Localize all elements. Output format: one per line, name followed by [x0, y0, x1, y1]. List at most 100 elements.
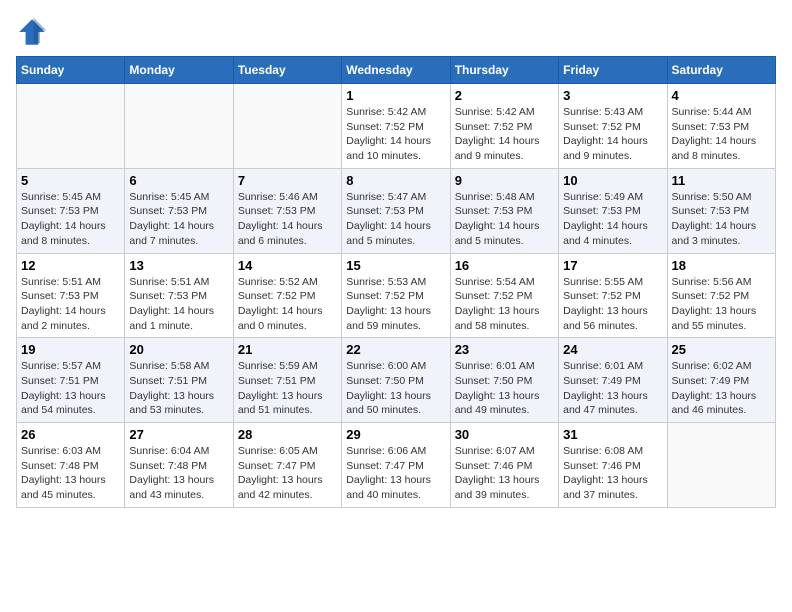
logo — [16, 16, 52, 48]
calendar-cell: 23 Sunrise: 6:01 AMSunset: 7:50 PMDayligh… — [450, 338, 558, 423]
calendar-cell — [17, 84, 125, 169]
weekday-header-tuesday: Tuesday — [233, 57, 341, 84]
calendar-cell: 26 Sunrise: 6:03 AMSunset: 7:48 PMDayligh… — [17, 423, 125, 508]
calendar-table: SundayMondayTuesdayWednesdayThursdayFrid… — [16, 56, 776, 508]
day-info: Sunrise: 6:06 AMSunset: 7:47 PMDaylight:… — [346, 444, 445, 503]
day-info: Sunrise: 5:58 AMSunset: 7:51 PMDaylight:… — [129, 359, 228, 418]
calendar-cell: 12 Sunrise: 5:51 AMSunset: 7:53 PMDayligh… — [17, 253, 125, 338]
day-number: 24 — [563, 342, 662, 357]
header — [16, 16, 776, 48]
calendar-cell: 6 Sunrise: 5:45 AMSunset: 7:53 PMDaylight… — [125, 168, 233, 253]
day-number: 13 — [129, 258, 228, 273]
week-row-1: 1 Sunrise: 5:42 AMSunset: 7:52 PMDaylight… — [17, 84, 776, 169]
weekday-header-saturday: Saturday — [667, 57, 775, 84]
day-info: Sunrise: 5:54 AMSunset: 7:52 PMDaylight:… — [455, 275, 554, 334]
day-number: 18 — [672, 258, 771, 273]
calendar-cell: 22 Sunrise: 6:00 AMSunset: 7:50 PMDayligh… — [342, 338, 450, 423]
day-number: 5 — [21, 173, 120, 188]
day-number: 2 — [455, 88, 554, 103]
day-info: Sunrise: 5:42 AMSunset: 7:52 PMDaylight:… — [346, 105, 445, 164]
week-row-5: 26 Sunrise: 6:03 AMSunset: 7:48 PMDayligh… — [17, 423, 776, 508]
day-info: Sunrise: 5:45 AMSunset: 7:53 PMDaylight:… — [21, 190, 120, 249]
day-info: Sunrise: 5:44 AMSunset: 7:53 PMDaylight:… — [672, 105, 771, 164]
day-info: Sunrise: 5:51 AMSunset: 7:53 PMDaylight:… — [21, 275, 120, 334]
day-info: Sunrise: 5:46 AMSunset: 7:53 PMDaylight:… — [238, 190, 337, 249]
day-info: Sunrise: 5:55 AMSunset: 7:52 PMDaylight:… — [563, 275, 662, 334]
calendar-cell: 28 Sunrise: 6:05 AMSunset: 7:47 PMDayligh… — [233, 423, 341, 508]
week-row-4: 19 Sunrise: 5:57 AMSunset: 7:51 PMDayligh… — [17, 338, 776, 423]
day-info: Sunrise: 6:00 AMSunset: 7:50 PMDaylight:… — [346, 359, 445, 418]
day-number: 23 — [455, 342, 554, 357]
day-info: Sunrise: 6:02 AMSunset: 7:49 PMDaylight:… — [672, 359, 771, 418]
calendar-cell: 30 Sunrise: 6:07 AMSunset: 7:46 PMDayligh… — [450, 423, 558, 508]
weekday-header-wednesday: Wednesday — [342, 57, 450, 84]
calendar-cell: 8Sunrise: 5:47 AMSunset: 7:53 PMDaylight… — [342, 168, 450, 253]
day-number: 1 — [346, 88, 445, 103]
logo-icon — [16, 16, 48, 48]
calendar-cell: 24Sunrise: 6:01 AMSunset: 7:49 PMDayligh… — [559, 338, 667, 423]
week-row-3: 12 Sunrise: 5:51 AMSunset: 7:53 PMDayligh… — [17, 253, 776, 338]
day-number: 11 — [672, 173, 771, 188]
calendar-cell: 11 Sunrise: 5:50 AMSunset: 7:53 PMDayligh… — [667, 168, 775, 253]
calendar-cell: 29 Sunrise: 6:06 AMSunset: 7:47 PMDayligh… — [342, 423, 450, 508]
day-info: Sunrise: 5:59 AMSunset: 7:51 PMDaylight:… — [238, 359, 337, 418]
calendar-cell: 14Sunrise: 5:52 AMSunset: 7:52 PMDayligh… — [233, 253, 341, 338]
day-info: Sunrise: 5:53 AMSunset: 7:52 PMDaylight:… — [346, 275, 445, 334]
calendar-cell: 20 Sunrise: 5:58 AMSunset: 7:51 PMDayligh… — [125, 338, 233, 423]
day-number: 12 — [21, 258, 120, 273]
day-number: 15 — [346, 258, 445, 273]
day-number: 20 — [129, 342, 228, 357]
day-number: 21 — [238, 342, 337, 357]
day-number: 28 — [238, 427, 337, 442]
weekday-header-friday: Friday — [559, 57, 667, 84]
day-info: Sunrise: 5:42 AMSunset: 7:52 PMDaylight:… — [455, 105, 554, 164]
calendar-cell: 2 Sunrise: 5:42 AMSunset: 7:52 PMDaylight… — [450, 84, 558, 169]
day-info: Sunrise: 6:04 AMSunset: 7:48 PMDaylight:… — [129, 444, 228, 503]
day-number: 29 — [346, 427, 445, 442]
calendar-cell: 9Sunrise: 5:48 AMSunset: 7:53 PMDaylight… — [450, 168, 558, 253]
calendar-cell: 18 Sunrise: 5:56 AMSunset: 7:52 PMDayligh… — [667, 253, 775, 338]
day-info: Sunrise: 6:01 AMSunset: 7:50 PMDaylight:… — [455, 359, 554, 418]
day-number: 31 — [563, 427, 662, 442]
day-number: 30 — [455, 427, 554, 442]
weekday-header-sunday: Sunday — [17, 57, 125, 84]
calendar-cell: 17 Sunrise: 5:55 AMSunset: 7:52 PMDayligh… — [559, 253, 667, 338]
calendar-cell: 3Sunrise: 5:43 AMSunset: 7:52 PMDaylight… — [559, 84, 667, 169]
day-number: 3 — [563, 88, 662, 103]
day-number: 6 — [129, 173, 228, 188]
day-number: 19 — [21, 342, 120, 357]
day-info: Sunrise: 6:07 AMSunset: 7:46 PMDaylight:… — [455, 444, 554, 503]
calendar-cell: 1 Sunrise: 5:42 AMSunset: 7:52 PMDaylight… — [342, 84, 450, 169]
day-info: Sunrise: 5:50 AMSunset: 7:53 PMDaylight:… — [672, 190, 771, 249]
day-info: Sunrise: 5:45 AMSunset: 7:53 PMDaylight:… — [129, 190, 228, 249]
calendar-cell — [667, 423, 775, 508]
day-info: Sunrise: 5:56 AMSunset: 7:52 PMDaylight:… — [672, 275, 771, 334]
day-number: 27 — [129, 427, 228, 442]
weekday-header-row: SundayMondayTuesdayWednesdayThursdayFrid… — [17, 57, 776, 84]
weekday-header-thursday: Thursday — [450, 57, 558, 84]
calendar-cell: 19 Sunrise: 5:57 AMSunset: 7:51 PMDayligh… — [17, 338, 125, 423]
calendar-cell: 5 Sunrise: 5:45 AMSunset: 7:53 PMDaylight… — [17, 168, 125, 253]
day-info: Sunrise: 6:05 AMSunset: 7:47 PMDaylight:… — [238, 444, 337, 503]
day-info: Sunrise: 5:47 AMSunset: 7:53 PMDaylight:… — [346, 190, 445, 249]
day-number: 7 — [238, 173, 337, 188]
day-number: 25 — [672, 342, 771, 357]
calendar-cell: 21 Sunrise: 5:59 AMSunset: 7:51 PMDayligh… — [233, 338, 341, 423]
calendar-cell — [125, 84, 233, 169]
day-number: 16 — [455, 258, 554, 273]
day-number: 26 — [21, 427, 120, 442]
calendar-cell: 16 Sunrise: 5:54 AMSunset: 7:52 PMDayligh… — [450, 253, 558, 338]
day-number: 22 — [346, 342, 445, 357]
calendar-cell: 25 Sunrise: 6:02 AMSunset: 7:49 PMDayligh… — [667, 338, 775, 423]
day-info: Sunrise: 5:52 AMSunset: 7:52 PMDaylight:… — [238, 275, 337, 334]
day-number: 17 — [563, 258, 662, 273]
day-number: 4 — [672, 88, 771, 103]
calendar-cell: 10Sunrise: 5:49 AMSunset: 7:53 PMDayligh… — [559, 168, 667, 253]
calendar-cell: 4 Sunrise: 5:44 AMSunset: 7:53 PMDaylight… — [667, 84, 775, 169]
day-info: Sunrise: 5:57 AMSunset: 7:51 PMDaylight:… — [21, 359, 120, 418]
day-number: 9 — [455, 173, 554, 188]
day-info: Sunrise: 6:03 AMSunset: 7:48 PMDaylight:… — [21, 444, 120, 503]
day-info: Sunrise: 5:51 AMSunset: 7:53 PMDaylight:… — [129, 275, 228, 334]
calendar-cell — [233, 84, 341, 169]
calendar-cell: 13 Sunrise: 5:51 AMSunset: 7:53 PMDayligh… — [125, 253, 233, 338]
